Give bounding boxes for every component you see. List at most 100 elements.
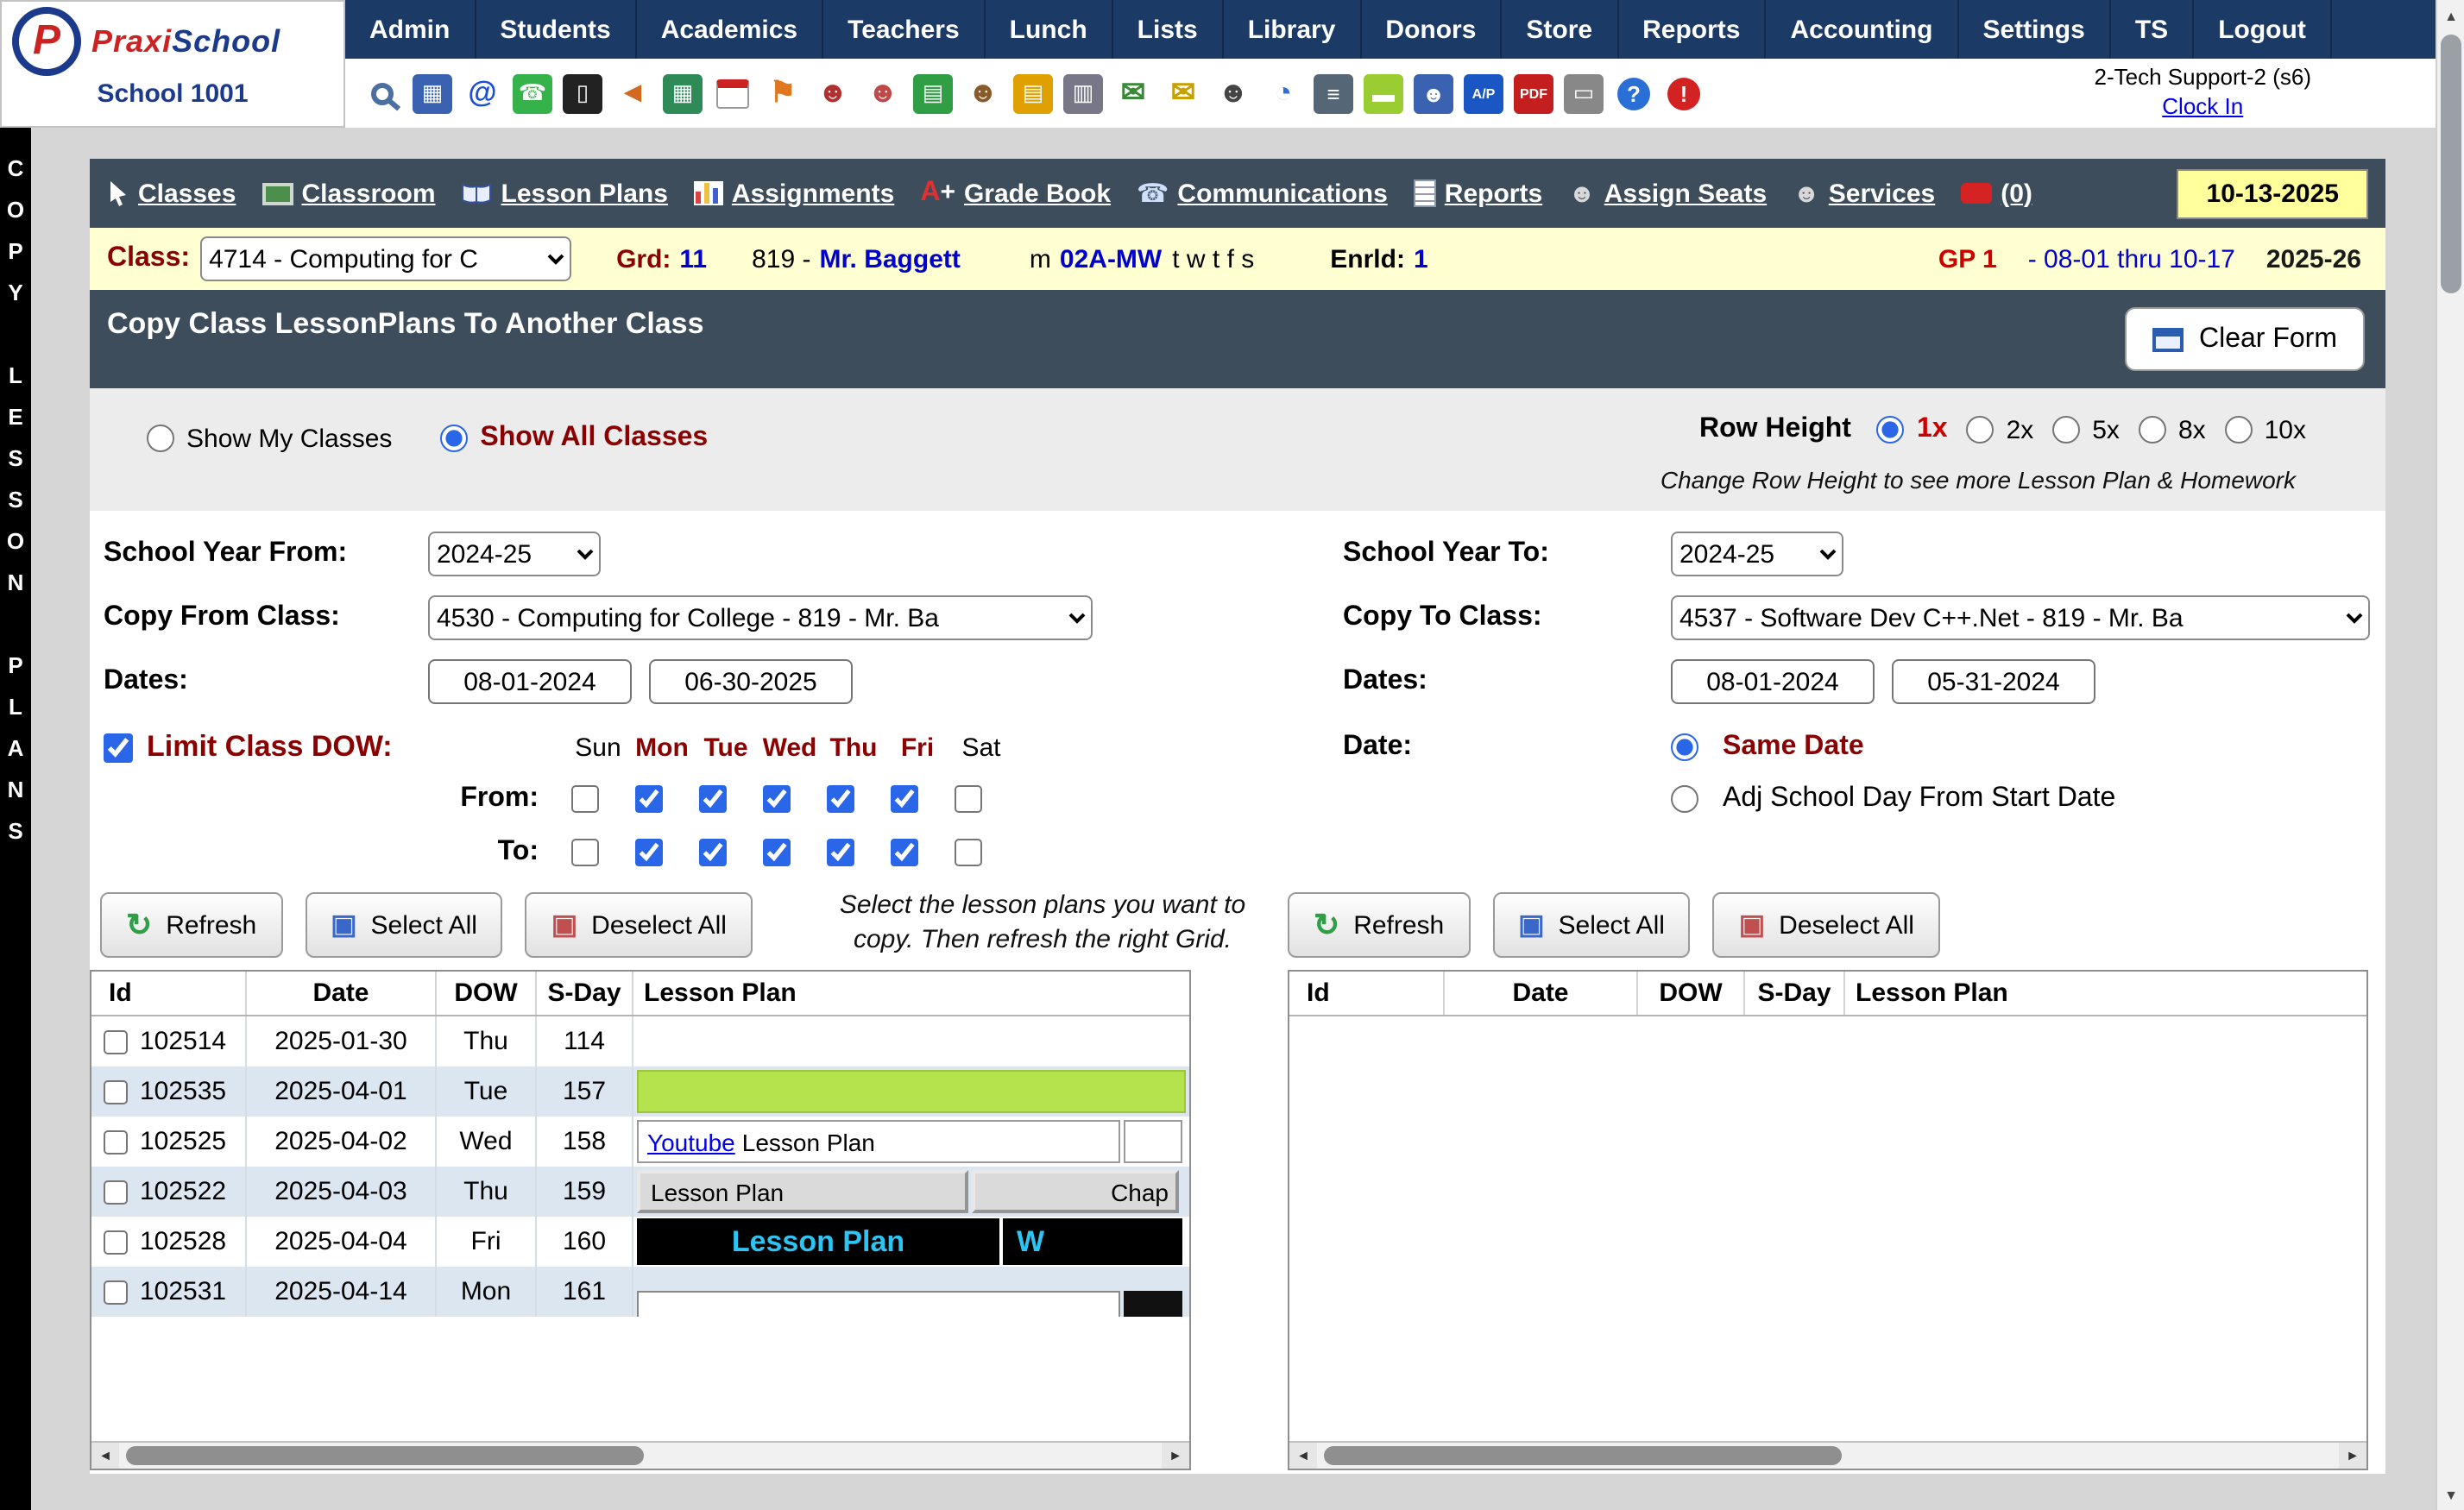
class-select[interactable]: 4714 - Computing for C [200, 236, 571, 281]
subnav-grade-book[interactable]: A+ Grade Book [920, 178, 1111, 209]
deselect-all-right-button[interactable]: ▣Deselect All [1713, 892, 1940, 958]
lunch-card-icon[interactable]: ▤ [1013, 73, 1053, 113]
pdf-icon[interactable]: PDF [1514, 73, 1553, 113]
col-lesson-plan[interactable]: Lesson Plan [633, 972, 1189, 1015]
select-all-right-button[interactable]: ▣Select All [1492, 892, 1691, 958]
from-fri-checkbox[interactable] [890, 785, 917, 813]
from-tue-checkbox[interactable] [698, 785, 726, 813]
attendance-grid-icon[interactable]: ▦ [413, 73, 452, 113]
current-date-box[interactable]: 10-13-2025 [2177, 168, 2368, 218]
same-date-radio[interactable]: Same Date [1671, 732, 1864, 763]
col-sday[interactable]: S-Day [537, 972, 633, 1015]
scroll-thumb[interactable] [1324, 1446, 1842, 1465]
from-start-date-input[interactable] [428, 659, 632, 704]
subnav-services[interactable]: ☻ Services [1793, 179, 1935, 208]
scroll-down-arrow[interactable]: ▼ [2437, 1481, 2464, 1508]
printer-icon[interactable]: ▭ [1564, 73, 1604, 113]
menu-store[interactable]: Store [1502, 0, 1618, 59]
to-end-date-input[interactable] [1892, 659, 2095, 704]
menu-logout[interactable]: Logout [2194, 0, 2332, 59]
menu-accounting[interactable]: Accounting [1766, 0, 1958, 59]
menu-lists[interactable]: Lists [1113, 0, 1224, 59]
mail-forward-icon[interactable]: ✉ [1163, 73, 1203, 113]
subnav-lesson-plans[interactable]: Lesson Plans [462, 179, 668, 208]
menu-ts[interactable]: TS [2111, 0, 2194, 59]
from-end-date-input[interactable] [649, 659, 853, 704]
ap-icon[interactable]: A/P [1464, 73, 1503, 113]
print-preview-icon[interactable]: ☻ [1414, 73, 1453, 113]
scroll-left-arrow[interactable]: ◄ [1289, 1443, 1317, 1469]
adj-school-day-radio[interactable]: Adj School Day From Start Date [1671, 783, 2115, 815]
menu-library[interactable]: Library [1224, 0, 1362, 59]
clear-form-button[interactable]: Clear Form [2125, 307, 2365, 371]
row-height-8x-radio[interactable]: 8x [2139, 415, 2206, 444]
scroll-right-arrow[interactable]: ► [2339, 1443, 2366, 1469]
to-sat-checkbox[interactable] [954, 839, 981, 866]
add-student-icon[interactable]: ☻ [863, 73, 903, 113]
deselect-all-left-button[interactable]: ▣Deselect All [526, 892, 753, 958]
col-dow[interactable]: DOW [1638, 972, 1745, 1015]
youtube-link[interactable]: Youtube [647, 1128, 735, 1155]
col-sday[interactable]: S-Day [1745, 972, 1845, 1015]
copy-to-class-select[interactable]: 4537 - Software Dev C++.Net - 819 - Mr. … [1671, 595, 2370, 640]
megaphone-icon[interactable]: ⚑ [763, 73, 803, 113]
scroll-up-arrow[interactable]: ▲ [2437, 2, 2464, 29]
lesson-plan-highlight[interactable] [637, 1070, 1186, 1113]
show-my-classes-radio[interactable]: Show My Classes [147, 424, 392, 453]
from-mon-checkbox[interactable] [634, 785, 662, 813]
school-year-to-select[interactable]: 2024-25 [1671, 532, 1843, 576]
subnav-reports[interactable]: Reports [1414, 179, 1542, 208]
row-height-10x-radio[interactable]: 10x [2225, 415, 2306, 444]
calendar-icon[interactable] [713, 73, 753, 113]
scroll-track[interactable] [1317, 1443, 2339, 1469]
subnav-messages[interactable]: (0) [1961, 179, 2032, 208]
to-start-date-input[interactable] [1671, 659, 1875, 704]
from-wed-checkbox[interactable] [762, 785, 790, 813]
scroll-track[interactable] [119, 1443, 1162, 1469]
to-wed-checkbox[interactable] [762, 839, 790, 866]
row-select-checkbox[interactable] [104, 1129, 128, 1154]
menu-students[interactable]: Students [476, 0, 636, 59]
row-select-checkbox[interactable] [104, 1029, 128, 1054]
menu-reports[interactable]: Reports [1618, 0, 1766, 59]
row-select-checkbox[interactable] [104, 1230, 128, 1254]
to-thu-checkbox[interactable] [826, 839, 854, 866]
menu-teachers[interactable]: Teachers [823, 0, 986, 59]
refresh-left-button[interactable]: ↻Refresh [100, 892, 282, 958]
subnav-classes[interactable]: Classes [107, 179, 236, 208]
show-all-classes-radio[interactable]: Show All Classes [440, 423, 708, 454]
student-icon[interactable]: ☻ [813, 73, 853, 113]
col-id[interactable]: Id [1289, 972, 1445, 1015]
tickets-icon[interactable]: ▤ [913, 73, 953, 113]
row-select-checkbox[interactable] [104, 1280, 128, 1304]
subnav-classroom[interactable]: Classroom [262, 179, 435, 208]
sms-icon[interactable]: ☎ [513, 73, 552, 113]
scroll-left-arrow[interactable]: ◄ [91, 1443, 119, 1469]
gradebook-grid-icon[interactable]: ▦ [663, 73, 703, 113]
col-date[interactable]: Date [1445, 972, 1638, 1015]
menu-admin[interactable]: Admin [345, 0, 476, 59]
refresh-right-button[interactable]: ↻Refresh [1288, 892, 1470, 958]
to-mon-checkbox[interactable] [634, 839, 662, 866]
mobile-icon[interactable]: ▯ [563, 73, 602, 113]
mail-icon[interactable]: ✉ [1113, 73, 1153, 113]
from-thu-checkbox[interactable] [826, 785, 854, 813]
menu-academics[interactable]: Academics [637, 0, 823, 59]
copy-from-class-select[interactable]: 4530 - Computing for College - 819 - Mr.… [428, 595, 1093, 640]
family-icon[interactable]: ☻ [963, 73, 1003, 113]
from-sat-checkbox[interactable] [954, 785, 981, 813]
row-height-5x-radio[interactable]: 5x [2052, 415, 2120, 444]
menu-settings[interactable]: Settings [1958, 0, 2110, 59]
ledger-icon[interactable]: ≡ [1314, 73, 1353, 113]
search-icon[interactable] [362, 73, 402, 113]
menu-donors[interactable]: Donors [1361, 0, 1502, 59]
from-sun-checkbox[interactable] [570, 785, 598, 813]
row-height-2x-radio[interactable]: 2x [1967, 415, 2034, 444]
to-fri-checkbox[interactable] [890, 839, 917, 866]
email-icon[interactable]: @ [463, 73, 502, 113]
to-sun-checkbox[interactable] [570, 839, 598, 866]
select-all-left-button[interactable]: ▣Select All [305, 892, 503, 958]
clock-icon[interactable]: ◔ [1264, 73, 1303, 113]
clock-in-link[interactable]: Clock In [2095, 93, 2311, 123]
col-lesson-plan[interactable]: Lesson Plan [1845, 972, 2366, 1015]
